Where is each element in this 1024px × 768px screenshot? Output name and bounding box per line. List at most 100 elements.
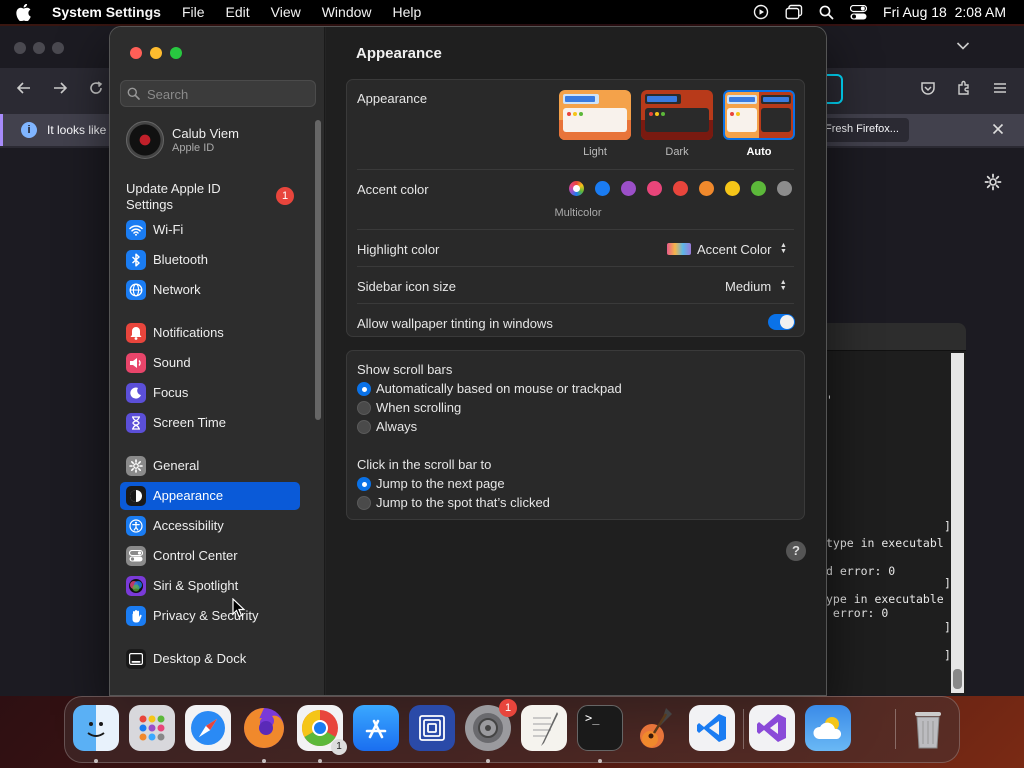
screens-icon[interactable] bbox=[409, 705, 455, 751]
terminal-title-bar bbox=[826, 323, 966, 351]
accent-swatch[interactable] bbox=[725, 181, 740, 196]
dock-separator bbox=[895, 709, 896, 749]
radio-button[interactable] bbox=[357, 477, 371, 491]
appearance-option-light[interactable] bbox=[559, 90, 631, 140]
firefox-minimize-dot[interactable] bbox=[33, 42, 45, 54]
trash-icon[interactable] bbox=[905, 705, 951, 751]
system-settings-window: Calub Viem Apple ID Update Apple ID Sett… bbox=[110, 27, 826, 695]
appearance-option-auto-label: Auto bbox=[746, 146, 772, 158]
accent-swatch[interactable] bbox=[673, 181, 688, 196]
terminal-window: ' ] type in executabl d error: 0 ] ype i… bbox=[826, 323, 966, 695]
sidebar-item-screen-time[interactable]: Screen Time bbox=[120, 409, 300, 437]
safari-icon[interactable] bbox=[185, 705, 231, 751]
terminal-icon[interactable]: >_ bbox=[577, 705, 623, 751]
sidebar-item-control-center[interactable]: Control Center bbox=[120, 542, 300, 570]
update-apple-id-item[interactable]: Update Apple ID Settings 1 bbox=[126, 181, 301, 213]
highlight-color-popup[interactable]: Accent Color ▲ ▼ bbox=[667, 241, 789, 257]
sidebar-item-privacy-security[interactable]: Privacy & Security bbox=[120, 602, 300, 630]
accent-swatch[interactable] bbox=[777, 181, 792, 196]
menu-file[interactable]: File bbox=[182, 4, 205, 20]
accent-swatch-multicolor[interactable] bbox=[569, 181, 584, 196]
vscode-icon[interactable] bbox=[689, 705, 735, 751]
hamburger-menu-icon[interactable] bbox=[992, 80, 1008, 101]
appearance-option-dark[interactable] bbox=[641, 90, 713, 140]
close-window-button[interactable] bbox=[130, 47, 142, 59]
firefox-close-dot[interactable] bbox=[14, 42, 26, 54]
menu-window[interactable]: Window bbox=[322, 4, 372, 20]
accent-swatch[interactable] bbox=[699, 181, 714, 196]
sidebar-icon-size-popup[interactable]: Medium ▲ ▼ bbox=[725, 278, 789, 294]
app-store-icon[interactable] bbox=[353, 705, 399, 751]
sidebar-item-focus[interactable]: Focus bbox=[120, 379, 300, 407]
page-title: Appearance bbox=[356, 45, 442, 62]
menu-view[interactable]: View bbox=[271, 4, 301, 20]
window-switcher-icon[interactable] bbox=[785, 4, 803, 20]
sidebar-item-accessibility[interactable]: Accessibility bbox=[120, 512, 300, 540]
forward-arrow-icon[interactable] bbox=[52, 80, 68, 101]
wallpaper-tinting-toggle[interactable] bbox=[768, 314, 795, 330]
accent-swatch[interactable] bbox=[595, 181, 610, 196]
reload-icon[interactable] bbox=[88, 80, 104, 101]
help-button[interactable]: ? bbox=[786, 541, 806, 561]
launchpad-icon[interactable] bbox=[129, 705, 175, 751]
sidebar-item-desktop-dock[interactable]: Desktop & Dock bbox=[120, 645, 300, 673]
chevron-down-icon[interactable] bbox=[956, 38, 970, 56]
accent-swatch[interactable] bbox=[751, 181, 766, 196]
sidebar-scrollbar[interactable] bbox=[315, 120, 321, 420]
terminal-scrollbar[interactable] bbox=[951, 353, 964, 693]
pocket-icon[interactable] bbox=[920, 80, 936, 101]
refresh-firefox-button[interactable]: Fresh Firefox... bbox=[817, 118, 909, 142]
zoom-window-button[interactable] bbox=[170, 47, 182, 59]
highlight-color-value: Accent Color bbox=[697, 241, 772, 257]
up-down-chevron-icon: ▲ ▼ bbox=[779, 279, 787, 292]
sidebar-item-network[interactable]: Network bbox=[120, 276, 300, 304]
control-center-icon[interactable] bbox=[850, 4, 868, 20]
menu-bar: System Settings File Edit View Window He… bbox=[0, 0, 1024, 24]
sidebar-item-siri-spotlight[interactable]: Siri & Spotlight bbox=[120, 572, 300, 600]
sidebar-item-wi-fi[interactable]: Wi-Fi bbox=[120, 216, 300, 244]
firefox-zoom-dot[interactable] bbox=[52, 42, 64, 54]
appearance-option-auto[interactable] bbox=[723, 90, 795, 140]
radio-button[interactable] bbox=[357, 382, 371, 396]
radio-button[interactable] bbox=[357, 420, 371, 434]
weather-icon[interactable] bbox=[805, 705, 851, 751]
menu-edit[interactable]: Edit bbox=[226, 4, 250, 20]
apple-icon[interactable] bbox=[16, 0, 38, 24]
sidebar-item-sound[interactable]: Sound bbox=[120, 349, 300, 377]
visual-studio-icon[interactable] bbox=[749, 705, 795, 751]
menu-help[interactable]: Help bbox=[393, 4, 422, 20]
apple-id-account[interactable]: Calub Viem Apple ID bbox=[126, 121, 316, 161]
sidebar-item-appearance[interactable]: Appearance bbox=[120, 482, 300, 510]
minimize-window-button[interactable] bbox=[150, 47, 162, 59]
guitar-icon[interactable] bbox=[633, 705, 679, 751]
radio-button[interactable] bbox=[357, 401, 371, 415]
gear-icon[interactable] bbox=[984, 173, 1002, 196]
extensions-icon[interactable] bbox=[956, 80, 972, 101]
sidebar-item-bluetooth[interactable]: Bluetooth bbox=[120, 246, 300, 274]
search-input[interactable] bbox=[147, 85, 307, 103]
divider bbox=[357, 266, 794, 267]
radio-label: Jump to the spot that’s clicked bbox=[376, 495, 550, 510]
close-icon[interactable] bbox=[992, 122, 1004, 140]
firefox-icon[interactable] bbox=[241, 705, 287, 751]
accent-swatch[interactable] bbox=[621, 181, 636, 196]
menubar-datetime[interactable]: Fri Aug 18 2:08 AM bbox=[883, 4, 1006, 20]
radio-button[interactable] bbox=[357, 496, 371, 510]
firefox-url-bar[interactable] bbox=[826, 74, 843, 104]
spotlight-search-icon[interactable] bbox=[819, 5, 834, 20]
system-settings-icon[interactable]: 1 bbox=[465, 699, 517, 751]
chrome-icon[interactable]: 1 bbox=[297, 705, 347, 755]
finder-icon[interactable] bbox=[73, 705, 119, 751]
settings-main-pane: Appearance Appearance Light Dark Auto Ac… bbox=[326, 27, 826, 695]
menu-app-name[interactable]: System Settings bbox=[52, 4, 161, 20]
accent-swatch[interactable] bbox=[647, 181, 662, 196]
divider bbox=[357, 303, 794, 304]
sidebar-item-notifications[interactable]: Notifications bbox=[120, 319, 300, 347]
back-arrow-icon[interactable] bbox=[16, 80, 32, 101]
accessibility-icon bbox=[126, 516, 146, 536]
sidebar-item-general[interactable]: General bbox=[120, 452, 300, 480]
siri-icon bbox=[126, 576, 146, 596]
screen-recording-icon[interactable] bbox=[753, 4, 769, 20]
textedit-icon[interactable] bbox=[521, 705, 567, 751]
dock-running-indicator bbox=[94, 759, 98, 763]
